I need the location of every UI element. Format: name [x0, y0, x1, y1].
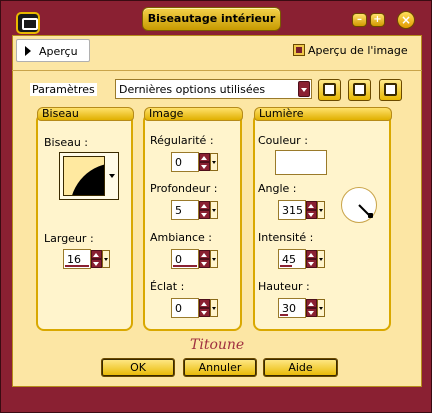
bevel-shape-icon — [70, 163, 104, 195]
ambience-increment[interactable] — [199, 250, 210, 259]
shine-decrement[interactable] — [199, 308, 210, 317]
ok-button[interactable]: OK — [101, 358, 175, 377]
light-color-swatch[interactable] — [275, 150, 327, 175]
intensity-label: Intensité : — [258, 231, 314, 244]
ambience-slider[interactable] — [173, 265, 197, 267]
triangle-right-icon — [25, 46, 31, 56]
watermark-signature: Titoune — [190, 337, 245, 353]
angle-increment[interactable] — [306, 201, 317, 210]
ambience-stepper[interactable]: 0 — [171, 249, 218, 269]
title-bar[interactable]: Biseautage intérieur – + × — [4, 4, 428, 34]
regularity-label: Régularité : — [150, 134, 214, 147]
maximize-button[interactable]: + — [370, 13, 385, 27]
width-slider[interactable] — [65, 265, 89, 267]
width-stepper[interactable]: 16 — [63, 249, 110, 269]
preview-bar: Aperçu Aperçu de l'image — [16, 39, 417, 62]
window-title: Biseautage intérieur — [147, 12, 276, 25]
height-increment[interactable] — [306, 299, 317, 308]
depth-value: 5 — [175, 204, 182, 217]
preview-toggle-button[interactable]: Aperçu — [16, 39, 90, 62]
depth-increment[interactable] — [199, 201, 210, 210]
depth-decrement[interactable] — [199, 210, 210, 219]
height-decrement[interactable] — [306, 308, 317, 317]
intensity-input[interactable]: 45 — [278, 249, 306, 269]
height-dropdown[interactable] — [317, 299, 325, 317]
intensity-stepper[interactable]: 45 — [278, 249, 325, 269]
title-plate: Biseautage intérieur — [142, 7, 281, 31]
floppy-disk-icon — [323, 83, 336, 96]
intensity-increment[interactable] — [306, 250, 317, 259]
preview-toggle-label: Aperçu — [39, 45, 78, 58]
ambience-input[interactable]: 0 — [171, 249, 199, 269]
angle-decrement[interactable] — [306, 210, 317, 219]
divider — [12, 70, 422, 71]
help-button[interactable]: Aide — [263, 358, 338, 377]
angle-dial[interactable] — [341, 187, 377, 223]
depth-input[interactable]: 5 — [171, 200, 199, 220]
shine-label: Éclat : — [150, 280, 185, 293]
height-slider[interactable] — [280, 314, 288, 316]
group-biseau-title: Biseau — [37, 107, 134, 121]
regularity-stepper[interactable]: 0 — [171, 152, 218, 172]
preset-select[interactable]: Dernières options utilisées — [115, 79, 312, 99]
minimize-button[interactable]: – — [352, 13, 367, 27]
shine-stepper[interactable]: 0 — [171, 298, 218, 318]
ambience-dropdown[interactable] — [210, 250, 218, 268]
angle-stepper[interactable]: 315 — [278, 200, 325, 220]
intensity-dropdown[interactable] — [317, 250, 325, 268]
depth-label: Profondeur : — [150, 182, 218, 195]
group-image-title: Image — [144, 107, 243, 121]
width-label: Largeur : — [44, 232, 94, 245]
camera-icon[interactable] — [16, 12, 40, 34]
shine-input[interactable]: 0 — [171, 298, 199, 318]
group-lumiere-title: Lumière — [254, 107, 392, 121]
height-stepper[interactable]: 30 — [278, 298, 325, 318]
regularity-increment[interactable] — [199, 153, 210, 162]
cancel-button[interactable]: Annuler — [183, 358, 257, 377]
depth-stepper[interactable]: 5 — [171, 200, 218, 220]
ambience-decrement[interactable] — [199, 259, 210, 268]
dice-icon — [353, 83, 366, 96]
chevron-down-icon[interactable] — [108, 156, 117, 196]
shine-increment[interactable] — [199, 299, 210, 308]
angle-label: Angle : — [258, 182, 297, 195]
angle-handle[interactable] — [368, 213, 373, 218]
height-input[interactable]: 30 — [278, 298, 306, 318]
angle-input[interactable]: 315 — [278, 200, 306, 220]
reset-icon — [384, 83, 397, 96]
width-decrement[interactable] — [91, 259, 102, 268]
angle-dropdown[interactable] — [317, 201, 325, 219]
ambience-label: Ambiance : — [150, 231, 213, 244]
preview-image-checkbox[interactable] — [293, 44, 305, 56]
color-label: Couleur : — [258, 134, 308, 147]
reset-button[interactable] — [379, 79, 402, 101]
regularity-input[interactable]: 0 — [171, 152, 199, 172]
width-dropdown[interactable] — [102, 250, 110, 268]
regularity-dropdown[interactable] — [210, 153, 218, 171]
preview-image-label: Aperçu de l'image — [308, 44, 408, 57]
intensity-decrement[interactable] — [306, 259, 317, 268]
regularity-decrement[interactable] — [199, 162, 210, 171]
bevel-label: Biseau : — [44, 136, 89, 149]
close-button[interactable]: × — [397, 11, 415, 29]
angle-value: 315 — [282, 204, 303, 217]
preset-value: Dernières options utilisées — [119, 83, 266, 96]
width-input[interactable]: 16 — [63, 249, 91, 269]
shine-dropdown[interactable] — [210, 299, 218, 317]
bevel-shape-picker[interactable] — [59, 152, 119, 200]
regularity-value: 0 — [175, 156, 182, 169]
bevel-preview — [63, 156, 105, 196]
height-label: Hauteur : — [258, 280, 310, 293]
randomize-button[interactable] — [348, 79, 371, 101]
save-preset-button[interactable] — [318, 79, 341, 101]
chevron-down-icon[interactable] — [298, 81, 310, 97]
intensity-slider[interactable] — [280, 265, 292, 267]
params-label: Paramètres — [30, 83, 97, 96]
depth-dropdown[interactable] — [210, 201, 218, 219]
width-increment[interactable] — [91, 250, 102, 259]
shine-value: 0 — [175, 302, 182, 315]
